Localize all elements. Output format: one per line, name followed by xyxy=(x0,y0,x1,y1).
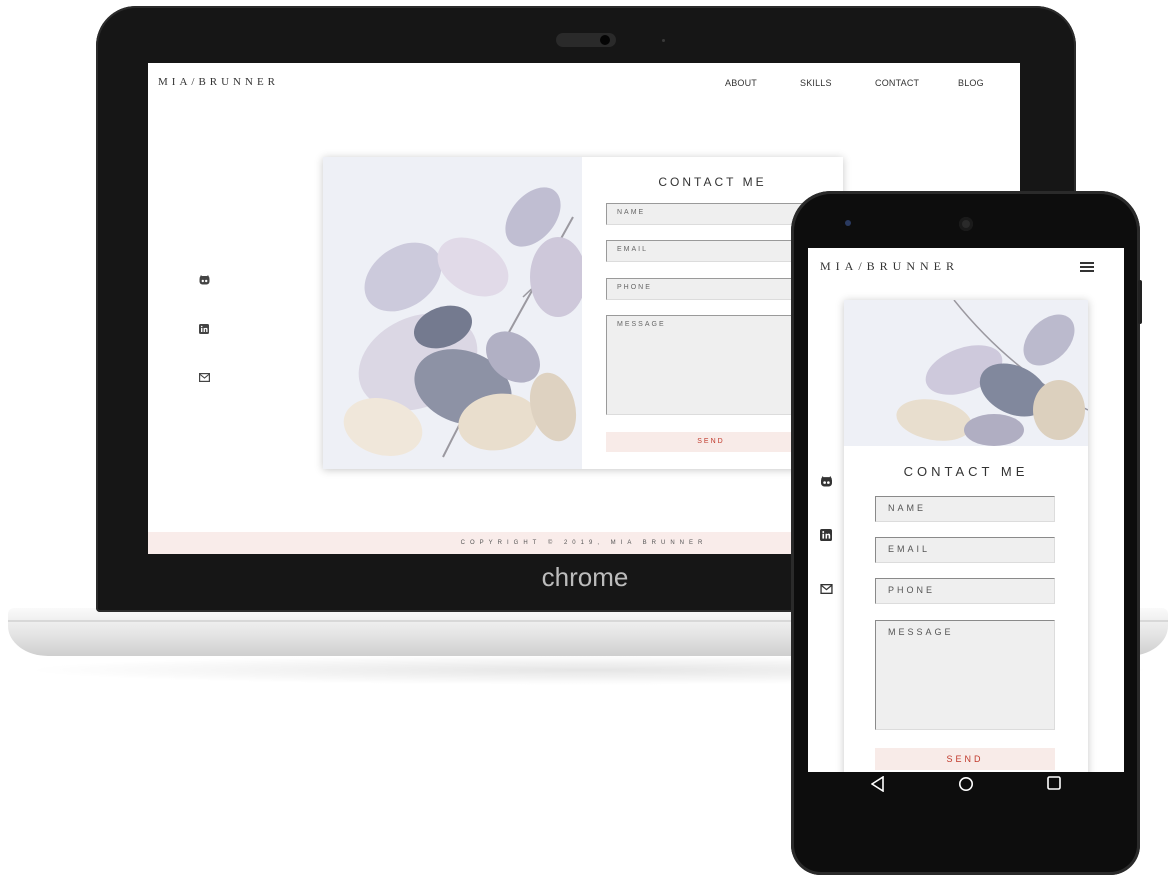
email-field[interactable]: EMAIL xyxy=(606,240,816,262)
nav-about[interactable]: ABOUT xyxy=(725,78,757,88)
mobile-name-field[interactable]: NAME xyxy=(875,496,1055,522)
flower-photo xyxy=(323,157,582,469)
message-field[interactable]: MESSAGE xyxy=(606,315,816,415)
mail-icon[interactable] xyxy=(820,584,833,594)
mobile-screen: MIA/BRUNNER CONTACT ME NAME EMAIL PHONE … xyxy=(808,248,1124,772)
contact-card: CONTACT ME NAME EMAIL PHONE MESSAGE SEND xyxy=(323,157,843,469)
back-icon[interactable] xyxy=(871,776,885,792)
mobile-send-button[interactable]: SEND xyxy=(875,748,1055,770)
linkedin-icon[interactable] xyxy=(199,324,209,334)
phone-speaker xyxy=(959,217,973,231)
phone-field[interactable]: PHONE xyxy=(606,278,816,300)
front-camera-icon xyxy=(845,220,851,226)
site-logo[interactable]: MIA/BRUNNER xyxy=(158,76,279,88)
linkedin-icon[interactable] xyxy=(820,529,832,541)
mobile-contact-title: CONTACT ME xyxy=(903,464,1029,479)
mobile-email-field[interactable]: EMAIL xyxy=(875,537,1055,563)
mobile-flower-photo xyxy=(844,300,1088,446)
nav-skills[interactable]: SKILLS xyxy=(800,78,832,88)
camera-light xyxy=(662,39,665,42)
github-icon[interactable] xyxy=(820,476,833,487)
home-icon[interactable] xyxy=(958,776,974,792)
camera-icon xyxy=(600,35,610,45)
github-icon[interactable] xyxy=(199,275,210,285)
mobile-site-logo[interactable]: MIA/BRUNNER xyxy=(820,259,959,274)
nav-blog[interactable]: BLOG xyxy=(958,78,984,88)
hamburger-menu-icon[interactable] xyxy=(1080,262,1094,272)
nav-contact[interactable]: CONTACT xyxy=(875,78,919,88)
mobile-contact-card: CONTACT ME NAME EMAIL PHONE MESSAGE SEND xyxy=(844,300,1088,772)
phone-side-button xyxy=(1138,280,1142,324)
mobile-phone-field[interactable]: PHONE xyxy=(875,578,1055,604)
mail-icon[interactable] xyxy=(199,373,210,382)
contact-title: CONTACT ME xyxy=(658,175,767,189)
send-button[interactable]: SEND xyxy=(606,432,816,452)
mobile-message-field[interactable]: MESSAGE xyxy=(875,620,1055,730)
laptop-brand: chrome xyxy=(541,562,629,592)
name-field[interactable]: NAME xyxy=(606,203,816,225)
recents-icon[interactable] xyxy=(1047,776,1061,790)
